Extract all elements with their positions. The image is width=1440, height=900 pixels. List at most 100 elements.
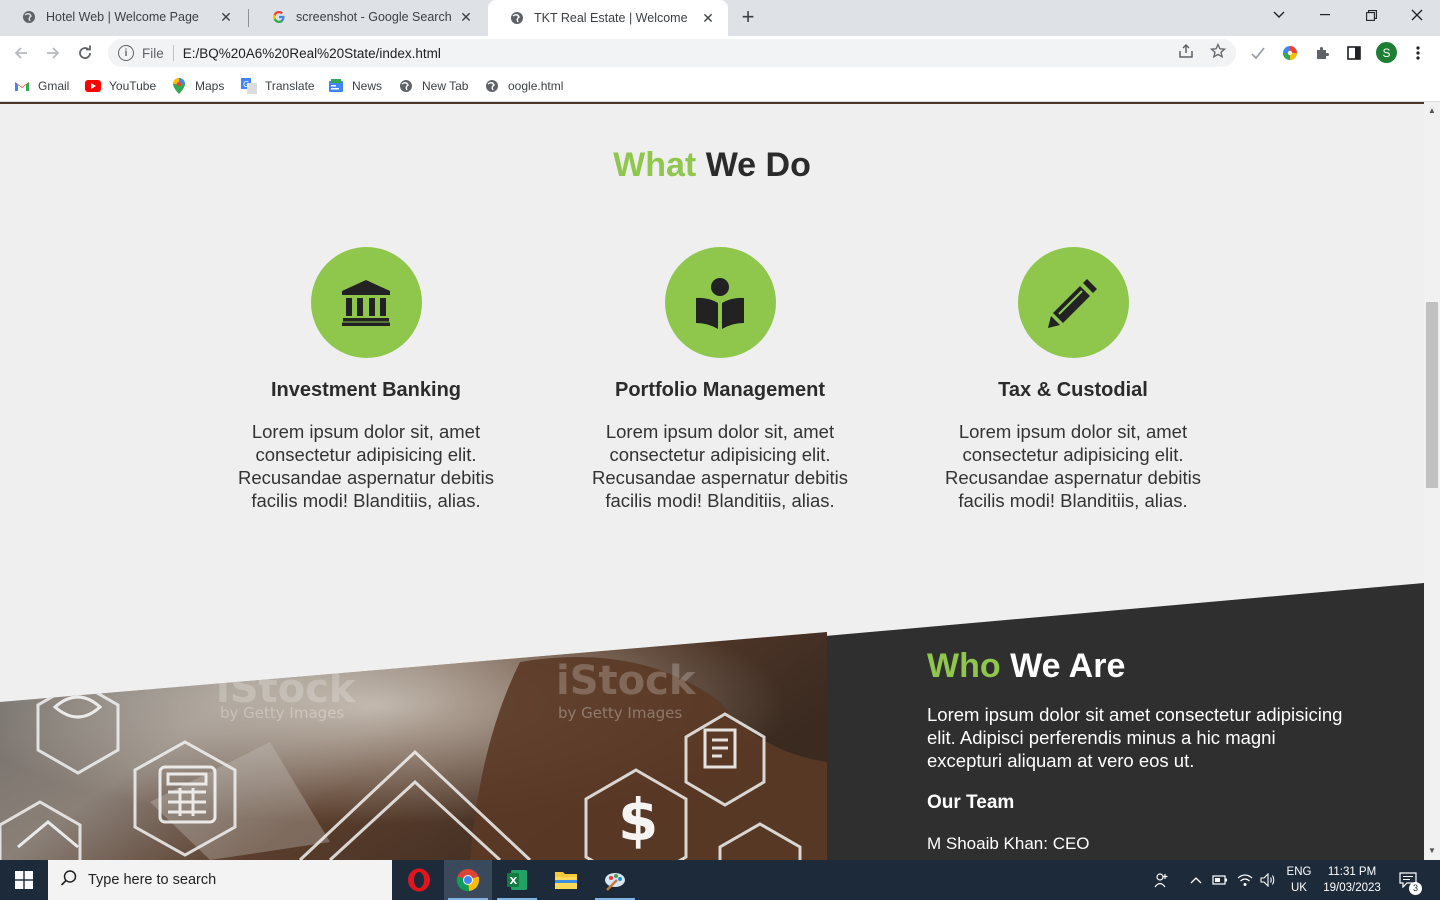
tab-close-icon[interactable]: ✕ — [458, 9, 474, 25]
excel-icon[interactable]: X — [493, 860, 541, 900]
page-scrollbar[interactable]: ▲ ▼ — [1424, 102, 1440, 860]
bookmark-news[interactable]: News — [328, 77, 382, 95]
profile-avatar[interactable]: S — [1376, 42, 1397, 63]
bookmark-label: Translate — [265, 79, 315, 93]
bookmark-oogle-html[interactable]: oogle.html — [484, 77, 563, 95]
file-explorer-icon[interactable] — [542, 860, 590, 900]
url-scheme: File — [142, 45, 164, 61]
bookmark-label: oogle.html — [508, 79, 564, 93]
menu-kebab-icon[interactable] — [1407, 42, 1429, 64]
who-we-are-title: Who We Are — [927, 647, 1347, 686]
back-button[interactable] — [8, 40, 34, 66]
search-icon — [60, 869, 80, 892]
tab-google-search[interactable]: screenshot - Google Search ✕ — [250, 0, 486, 34]
tab-title: screenshot - Google Search — [296, 10, 452, 24]
notifications-icon[interactable]: 3 — [1396, 860, 1422, 900]
bookmark-gmail[interactable]: Gmail — [14, 77, 69, 95]
svg-text:$: $ — [618, 786, 658, 854]
search-placeholder: Type here to search — [88, 872, 217, 888]
color-extension-icon[interactable] — [1279, 42, 1301, 64]
bookmark-star-icon[interactable] — [1209, 42, 1227, 60]
tab-title: Hotel Web | Welcome Page — [46, 10, 199, 24]
restore-button[interactable] — [1348, 0, 1394, 30]
show-hidden-icons-chevron-icon[interactable] — [1186, 860, 1206, 900]
bookmark-translate[interactable]: G Translate — [241, 77, 315, 95]
volume-icon[interactable] — [1258, 860, 1278, 900]
battery-icon[interactable] — [1210, 860, 1230, 900]
bookmark-label: News — [352, 79, 383, 93]
system-clock[interactable]: 11:31 PM 19/03/2023 — [1318, 864, 1386, 896]
new-tab-button[interactable]: + — [736, 6, 760, 30]
opera-icon[interactable] — [395, 860, 443, 900]
gmail-icon — [14, 78, 30, 94]
tab-hotel-web[interactable]: Hotel Web | Welcome Page ✕ — [0, 0, 246, 34]
keyboard-region: UK — [1291, 882, 1307, 894]
tab-divider — [248, 9, 249, 27]
our-team-heading: Our Team — [927, 792, 1015, 813]
svg-text:G: G — [243, 80, 249, 89]
reload-button[interactable] — [72, 40, 98, 66]
forward-button[interactable] — [40, 40, 66, 66]
title-accent-word: Who — [927, 647, 1001, 685]
chrome-icon[interactable] — [444, 860, 492, 900]
browser-toolbar: i File E:/BQ%20A6%20Real%20State/index.h… — [0, 36, 1440, 70]
input-language[interactable]: ENG UK — [1282, 864, 1316, 896]
title-rest: We Are — [1010, 647, 1126, 685]
taskbar-search[interactable]: Type here to search — [48, 860, 392, 900]
bookmarks-bar: Gmail YouTube Maps G Translate News New … — [0, 70, 1440, 102]
tab-search-chevron-icon[interactable] — [1256, 0, 1302, 30]
address-bar[interactable]: i File E:/BQ%20A6%20Real%20State/index.h… — [108, 39, 1236, 67]
youtube-icon — [85, 78, 101, 94]
scrollbar-thumb[interactable] — [1426, 302, 1438, 488]
who-we-are-content: Who We Are Lorem ipsum dolor sit amet co… — [927, 647, 1347, 854]
extension-check-icon[interactable] — [1247, 42, 1269, 64]
tab-title: TKT Real Estate | Welcome — [534, 11, 688, 25]
bookmark-youtube[interactable]: YouTube — [85, 77, 156, 95]
bookmark-label: Gmail — [38, 79, 70, 93]
bookmark-label: New Tab — [422, 79, 469, 93]
extensions-puzzle-icon[interactable] — [1311, 42, 1333, 64]
site-info-icon[interactable]: i — [118, 45, 134, 61]
paint-icon[interactable] — [591, 860, 639, 900]
who-we-are-description: Lorem ipsum dolor sit amet consectetur a… — [927, 704, 1343, 771]
windows-start-icon[interactable] — [0, 860, 48, 900]
minimize-button[interactable] — [1302, 0, 1348, 30]
language-code: ENG — [1286, 866, 1312, 878]
globe-icon — [484, 78, 500, 94]
url-divider — [172, 45, 174, 61]
side-panel-icon[interactable] — [1343, 42, 1365, 64]
people-icon[interactable] — [1150, 860, 1174, 900]
globe-icon — [398, 78, 414, 94]
maps-pin-icon — [171, 78, 187, 94]
news-icon — [328, 78, 344, 94]
share-icon[interactable] — [1177, 42, 1195, 60]
tab-close-icon[interactable]: ✕ — [218, 9, 234, 25]
tab-strip: Hotel Web | Welcome Page ✕ screenshot - … — [0, 0, 1440, 36]
team-photo: $ iStock by Getty Images iStock by Getty… — [0, 632, 827, 860]
watermark-getty-left: by Getty Images — [220, 704, 344, 722]
page-viewport: What We Do Investment Banking Lorem ipsu… — [0, 102, 1424, 860]
bookmark-maps[interactable]: Maps — [171, 77, 224, 95]
bookmark-label: Maps — [195, 79, 225, 93]
svg-text:X: X — [510, 876, 518, 887]
translate-icon: G — [241, 78, 257, 94]
scroll-up-arrow-icon[interactable]: ▲ — [1428, 106, 1436, 115]
url-text[interactable]: E:/BQ%20A6%20Real%20State/index.html — [183, 46, 441, 61]
clock-date: 19/03/2023 — [1323, 882, 1381, 894]
globe-icon — [510, 11, 524, 25]
close-window-button[interactable] — [1394, 0, 1440, 30]
google-icon — [272, 10, 286, 24]
windows-taskbar: Type here to search X ENG UK 11:31 PM 19… — [0, 860, 1440, 900]
team-member: M Shoaib Khan: CEO — [927, 834, 1090, 853]
watermark-istock-right: iStock — [556, 658, 697, 704]
scroll-down-arrow-icon[interactable]: ▼ — [1428, 846, 1436, 855]
bookmark-label: YouTube — [109, 79, 157, 93]
tab-close-icon[interactable]: ✕ — [700, 10, 716, 26]
watermark-getty-right: by Getty Images — [558, 704, 682, 722]
notification-count-badge: 3 — [1409, 882, 1422, 895]
tab-tkt-real-estate[interactable]: TKT Real Estate | Welcome ✕ — [488, 0, 728, 36]
wifi-icon[interactable] — [1235, 860, 1255, 900]
clock-time: 11:31 PM — [1327, 866, 1377, 878]
globe-icon — [22, 10, 36, 24]
bookmark-new-tab[interactable]: New Tab — [398, 77, 468, 95]
